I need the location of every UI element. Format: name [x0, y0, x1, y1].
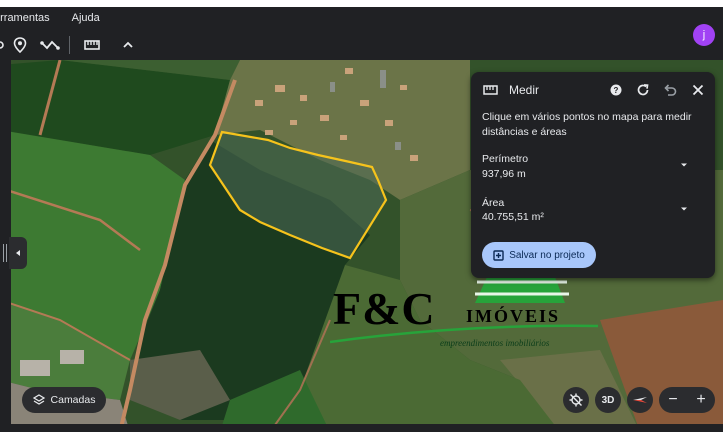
- cut-off-icon: [0, 34, 6, 56]
- zoom-out-button[interactable]: −: [668, 391, 677, 409]
- close-icon[interactable]: [690, 82, 706, 98]
- account-avatar[interactable]: j: [693, 24, 715, 46]
- collapse-sidebar-button[interactable]: [9, 237, 27, 269]
- add-to-project-icon: [493, 249, 504, 261]
- undo-icon[interactable]: [662, 82, 678, 98]
- drag-handle[interactable]: [3, 244, 7, 262]
- help-icon[interactable]: ?: [608, 82, 624, 98]
- measure-panel-title: Medir: [509, 83, 540, 97]
- ruler-icon: [482, 82, 498, 98]
- view-3d-button[interactable]: 3D: [595, 387, 621, 413]
- compass-icon: [633, 397, 647, 403]
- toolbar: [0, 29, 723, 60]
- save-to-project-button[interactable]: Salvar no projeto: [482, 242, 596, 268]
- marker-icon[interactable]: [9, 34, 31, 56]
- svg-text:?: ?: [614, 86, 619, 95]
- watermark-tagline: empreendimentos imobiliários: [440, 338, 550, 348]
- perimeter-label: Perímetro: [482, 153, 529, 165]
- top-strip: [0, 0, 723, 7]
- measure-instructions: Clique em vários pontos no mapa para med…: [482, 111, 692, 138]
- area-unit-dropdown-icon[interactable]: [679, 204, 689, 214]
- status-bar: [0, 424, 723, 432]
- layers-icon: [32, 394, 45, 405]
- location-off-icon: [569, 393, 583, 407]
- path-icon[interactable]: [39, 34, 61, 56]
- compass-button[interactable]: [627, 387, 653, 413]
- menu-item-ajuda[interactable]: Ajuda: [72, 12, 100, 24]
- layers-button[interactable]: Camadas: [22, 387, 106, 413]
- menu-bar: erramentas Ajuda: [0, 7, 723, 29]
- measure-panel: Medir ? Clique em vários pontos no mapa …: [471, 72, 715, 278]
- toolbar-divider: [69, 35, 70, 54]
- zoom-controls: − +: [659, 387, 715, 413]
- menu-item-ferramentas[interactable]: erramentas: [0, 12, 50, 24]
- caret-left-icon: [16, 250, 20, 256]
- perimeter-value: 937,96 m: [482, 168, 526, 180]
- layers-label: Camadas: [50, 394, 96, 406]
- ruler-icon[interactable]: [81, 34, 103, 56]
- refresh-icon[interactable]: [635, 82, 651, 98]
- area-value: 40.755,51 m²: [482, 211, 544, 223]
- location-button[interactable]: [563, 387, 589, 413]
- chevron-up-icon[interactable]: [117, 34, 139, 56]
- area-label: Área: [482, 197, 505, 209]
- save-to-project-label: Salvar no projeto: [509, 249, 585, 261]
- perimeter-unit-dropdown-icon[interactable]: [679, 160, 689, 170]
- zoom-in-button[interactable]: +: [696, 391, 705, 409]
